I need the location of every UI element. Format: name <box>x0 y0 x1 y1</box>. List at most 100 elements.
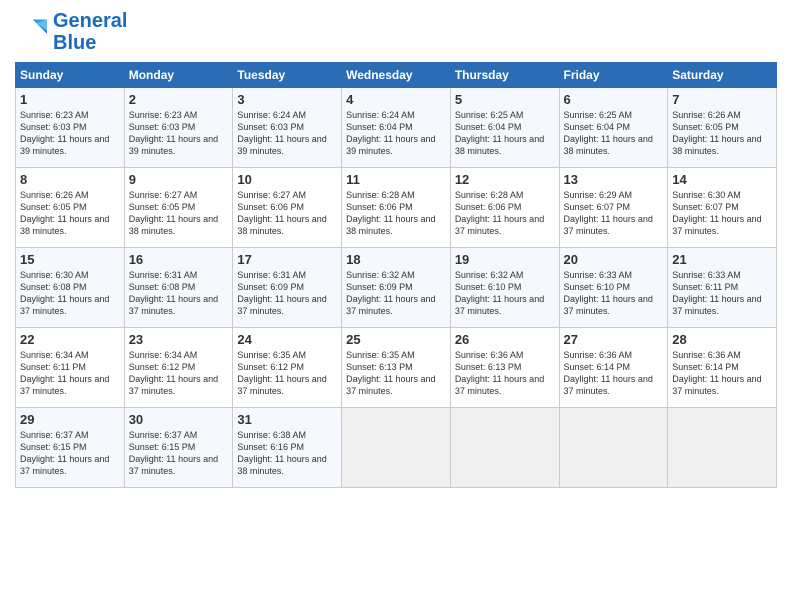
day-number: 5 <box>455 92 555 107</box>
calendar-cell: 6 Sunrise: 6:25 AMSunset: 6:04 PMDaylight… <box>559 88 668 168</box>
calendar-cell: 9 Sunrise: 6:27 AMSunset: 6:05 PMDaylight… <box>124 168 233 248</box>
calendar-cell: 28 Sunrise: 6:36 AMSunset: 6:14 PMDayligh… <box>668 328 777 408</box>
calendar-cell: 31 Sunrise: 6:38 AMSunset: 6:16 PMDayligh… <box>233 408 342 488</box>
cell-text: Sunrise: 6:29 AMSunset: 6:07 PMDaylight:… <box>564 190 653 236</box>
calendar-cell: 11 Sunrise: 6:28 AMSunset: 6:06 PMDayligh… <box>342 168 451 248</box>
cell-text: Sunrise: 6:26 AMSunset: 6:05 PMDaylight:… <box>20 190 109 236</box>
day-number: 27 <box>564 332 664 347</box>
cell-text: Sunrise: 6:31 AMSunset: 6:08 PMDaylight:… <box>129 270 218 316</box>
day-number: 17 <box>237 252 337 267</box>
calendar-cell: 12Sunrise: 6:28 AMSunset: 6:06 PMDayligh… <box>450 168 559 248</box>
cell-text: Sunrise: 6:25 AMSunset: 6:04 PMDaylight:… <box>455 110 544 156</box>
calendar-cell: 23Sunrise: 6:34 AMSunset: 6:12 PMDayligh… <box>124 328 233 408</box>
cell-text: Sunrise: 6:37 AMSunset: 6:15 PMDaylight:… <box>129 430 218 476</box>
logo: General Blue <box>15 10 127 54</box>
calendar-cell: 16 Sunrise: 6:31 AMSunset: 6:08 PMDayligh… <box>124 248 233 328</box>
calendar-cell: 18 Sunrise: 6:32 AMSunset: 6:09 PMDayligh… <box>342 248 451 328</box>
calendar-cell: 20 Sunrise: 6:33 AMSunset: 6:10 PMDayligh… <box>559 248 668 328</box>
calendar-cell: 10 Sunrise: 6:27 AMSunset: 6:06 PMDayligh… <box>233 168 342 248</box>
day-number: 14 <box>672 172 772 187</box>
day-number: 10 <box>237 172 337 187</box>
day-number: 24 <box>237 332 337 347</box>
day-number: 20 <box>564 252 664 267</box>
cell-text: Sunrise: 6:27 AMSunset: 6:06 PMDaylight:… <box>237 190 326 236</box>
col-header-thursday: Thursday <box>450 63 559 88</box>
week-row-4: 22 Sunrise: 6:34 AMSunset: 6:11 PMDayligh… <box>16 328 777 408</box>
day-number: 12 <box>455 172 555 187</box>
col-header-friday: Friday <box>559 63 668 88</box>
cell-text: Sunrise: 6:30 AMSunset: 6:07 PMDaylight:… <box>672 190 761 236</box>
cell-text: Sunrise: 6:23 AMSunset: 6:03 PMDaylight:… <box>129 110 218 156</box>
cell-text: Sunrise: 6:37 AMSunset: 6:15 PMDaylight:… <box>20 430 109 476</box>
day-number: 11 <box>346 172 446 187</box>
calendar-cell: 14 Sunrise: 6:30 AMSunset: 6:07 PMDayligh… <box>668 168 777 248</box>
calendar-cell: 29 Sunrise: 6:37 AMSunset: 6:15 PMDayligh… <box>16 408 125 488</box>
cell-text: Sunrise: 6:35 AMSunset: 6:13 PMDaylight:… <box>346 350 435 396</box>
cell-text: Sunrise: 6:32 AMSunset: 6:09 PMDaylight:… <box>346 270 435 316</box>
col-header-monday: Monday <box>124 63 233 88</box>
day-number: 7 <box>672 92 772 107</box>
header: General Blue <box>15 10 777 54</box>
calendar-cell: 26Sunrise: 6:36 AMSunset: 6:13 PMDayligh… <box>450 328 559 408</box>
day-number: 2 <box>129 92 229 107</box>
calendar-cell: 3 Sunrise: 6:24 AMSunset: 6:03 PMDaylight… <box>233 88 342 168</box>
cell-text: Sunrise: 6:36 AMSunset: 6:13 PMDaylight:… <box>455 350 544 396</box>
day-number: 31 <box>237 412 337 427</box>
cell-text: Sunrise: 6:36 AMSunset: 6:14 PMDaylight:… <box>672 350 761 396</box>
week-row-1: 1 Sunrise: 6:23 AMSunset: 6:03 PMDaylight… <box>16 88 777 168</box>
calendar-cell <box>342 408 451 488</box>
day-number: 9 <box>129 172 229 187</box>
calendar-cell: 2 Sunrise: 6:23 AMSunset: 6:03 PMDaylight… <box>124 88 233 168</box>
calendar-cell: 21 Sunrise: 6:33 AMSunset: 6:11 PMDayligh… <box>668 248 777 328</box>
cell-text: Sunrise: 6:34 AMSunset: 6:11 PMDaylight:… <box>20 350 109 396</box>
cell-text: Sunrise: 6:35 AMSunset: 6:12 PMDaylight:… <box>237 350 326 396</box>
day-number: 19 <box>455 252 555 267</box>
calendar-cell: 8 Sunrise: 6:26 AMSunset: 6:05 PMDaylight… <box>16 168 125 248</box>
cell-text: Sunrise: 6:33 AMSunset: 6:10 PMDaylight:… <box>564 270 653 316</box>
day-number: 6 <box>564 92 664 107</box>
calendar-cell: 22 Sunrise: 6:34 AMSunset: 6:11 PMDayligh… <box>16 328 125 408</box>
day-number: 4 <box>346 92 446 107</box>
cell-text: Sunrise: 6:26 AMSunset: 6:05 PMDaylight:… <box>672 110 761 156</box>
cell-text: Sunrise: 6:33 AMSunset: 6:11 PMDaylight:… <box>672 270 761 316</box>
calendar-cell: 4Sunrise: 6:24 AMSunset: 6:04 PMDaylight… <box>342 88 451 168</box>
day-number: 30 <box>129 412 229 427</box>
cell-text: Sunrise: 6:25 AMSunset: 6:04 PMDaylight:… <box>564 110 653 156</box>
day-number: 22 <box>20 332 120 347</box>
day-number: 3 <box>237 92 337 107</box>
cell-text: Sunrise: 6:38 AMSunset: 6:16 PMDaylight:… <box>237 430 326 476</box>
week-row-3: 15Sunrise: 6:30 AMSunset: 6:08 PMDayligh… <box>16 248 777 328</box>
day-number: 16 <box>129 252 229 267</box>
calendar-cell: 24 Sunrise: 6:35 AMSunset: 6:12 PMDayligh… <box>233 328 342 408</box>
calendar-cell: 25 Sunrise: 6:35 AMSunset: 6:13 PMDayligh… <box>342 328 451 408</box>
calendar-cell: 15Sunrise: 6:30 AMSunset: 6:08 PMDayligh… <box>16 248 125 328</box>
cell-text: Sunrise: 6:27 AMSunset: 6:05 PMDaylight:… <box>129 190 218 236</box>
cell-text: Sunrise: 6:30 AMSunset: 6:08 PMDaylight:… <box>20 270 109 316</box>
col-header-sunday: Sunday <box>16 63 125 88</box>
week-row-2: 8 Sunrise: 6:26 AMSunset: 6:05 PMDaylight… <box>16 168 777 248</box>
cell-text: Sunrise: 6:23 AMSunset: 6:03 PMDaylight:… <box>20 110 109 156</box>
cell-text: Sunrise: 6:28 AMSunset: 6:06 PMDaylight:… <box>346 190 435 236</box>
cell-text: Sunrise: 6:34 AMSunset: 6:12 PMDaylight:… <box>129 350 218 396</box>
day-number: 25 <box>346 332 446 347</box>
day-number: 1 <box>20 92 120 107</box>
col-header-wednesday: Wednesday <box>342 63 451 88</box>
page: General Blue SundayMondayTuesdayWednesda… <box>0 0 792 612</box>
day-number: 18 <box>346 252 446 267</box>
calendar-cell <box>559 408 668 488</box>
day-number: 29 <box>20 412 120 427</box>
cell-text: Sunrise: 6:31 AMSunset: 6:09 PMDaylight:… <box>237 270 326 316</box>
calendar-table: SundayMondayTuesdayWednesdayThursdayFrid… <box>15 62 777 488</box>
calendar-cell: 5 Sunrise: 6:25 AMSunset: 6:04 PMDaylight… <box>450 88 559 168</box>
day-number: 28 <box>672 332 772 347</box>
calendar-cell <box>668 408 777 488</box>
day-number: 8 <box>20 172 120 187</box>
cell-text: Sunrise: 6:36 AMSunset: 6:14 PMDaylight:… <box>564 350 653 396</box>
logo-text: General Blue <box>53 10 127 54</box>
calendar-cell: 1 Sunrise: 6:23 AMSunset: 6:03 PMDaylight… <box>16 88 125 168</box>
header-row: SundayMondayTuesdayWednesdayThursdayFrid… <box>16 63 777 88</box>
col-header-saturday: Saturday <box>668 63 777 88</box>
day-number: 21 <box>672 252 772 267</box>
cell-text: Sunrise: 6:24 AMSunset: 6:03 PMDaylight:… <box>237 110 326 156</box>
calendar-cell: 30 Sunrise: 6:37 AMSunset: 6:15 PMDayligh… <box>124 408 233 488</box>
